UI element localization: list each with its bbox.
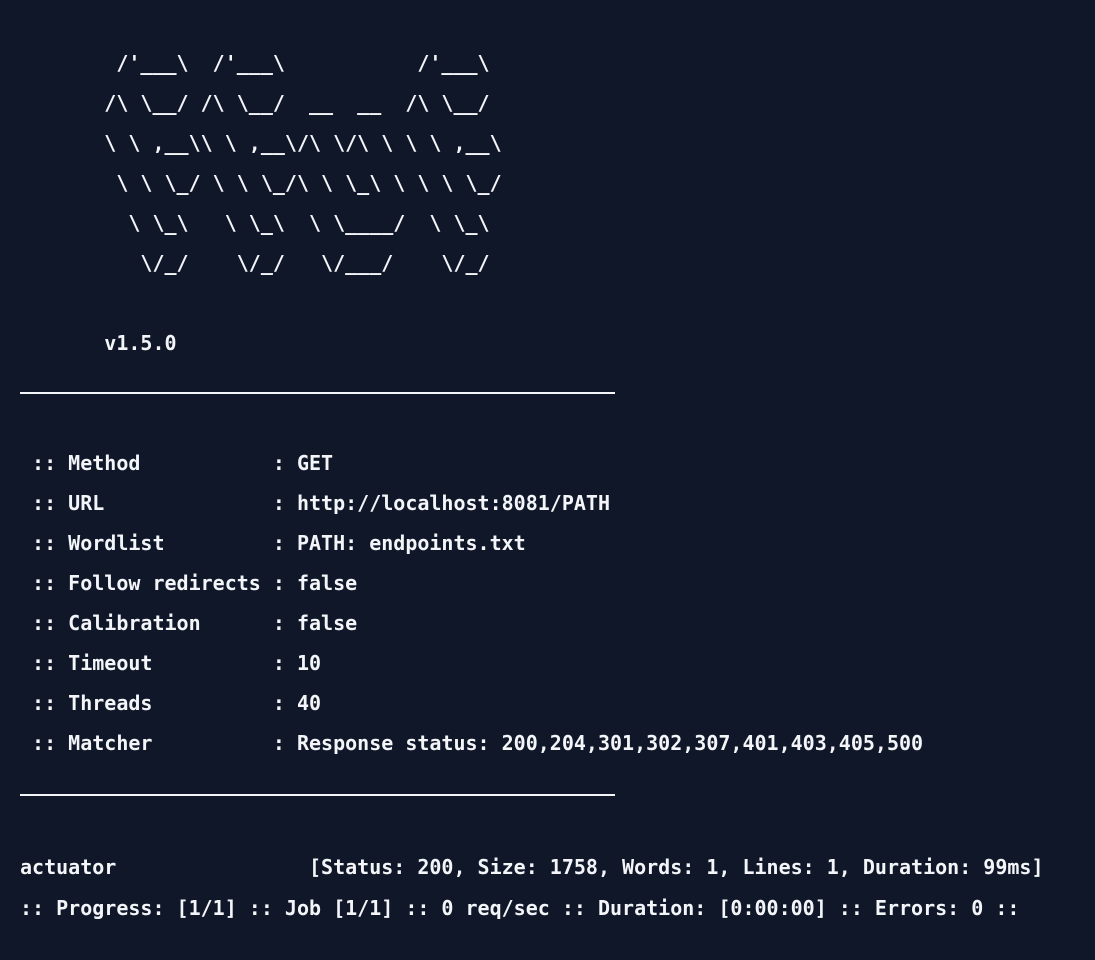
version-label: v1.5.0	[20, 331, 177, 355]
banner-art-line: /\ \__/ /\ \__/ __ __ /\ \__/	[20, 91, 490, 115]
config-line-threads: :: Threads : 40	[20, 691, 322, 715]
banner-art-line: /'___\ /'___\ /'___\	[20, 51, 490, 75]
config-line-url: :: URL : http://localhost:8081/PATH	[20, 491, 611, 515]
config-line-timeout: :: Timeout : 10	[20, 651, 322, 675]
separator-rule	[20, 794, 615, 796]
banner-art-line: \ \ ,__\\ \ ,__\/\ \/\ \ \ \ ,__\	[20, 131, 502, 155]
progress-line: :: Progress: [1/1] :: Job [1/1] :: 0 req…	[20, 896, 1020, 920]
config-line-matcher: :: Matcher : Response status: 200,204,30…	[20, 731, 924, 755]
banner-art-line: \ \ \_/ \ \ \_/\ \ \_\ \ \ \ \_/	[20, 171, 502, 195]
banner-art-line: \ \_\ \ \_\ \ \____/ \ \_\	[20, 211, 490, 235]
config-line-calibration: :: Calibration : false	[20, 611, 358, 635]
result-line: actuator [Status: 200, Size: 1758, Words…	[20, 855, 1044, 879]
config-line-follow-redirects: :: Follow redirects : false	[20, 571, 358, 595]
banner-art-line: \/_/ \/_/ \/___/ \/_/	[20, 251, 490, 275]
config-line-method: :: Method : GET	[20, 451, 334, 475]
terminal-window[interactable]: /'___\ /'___\ /'___\ /\ \__/ /\ \__/ __ …	[0, 0, 1095, 960]
separator-rule	[20, 392, 615, 394]
config-line-wordlist: :: Wordlist : PATH: endpoints.txt	[20, 531, 526, 555]
